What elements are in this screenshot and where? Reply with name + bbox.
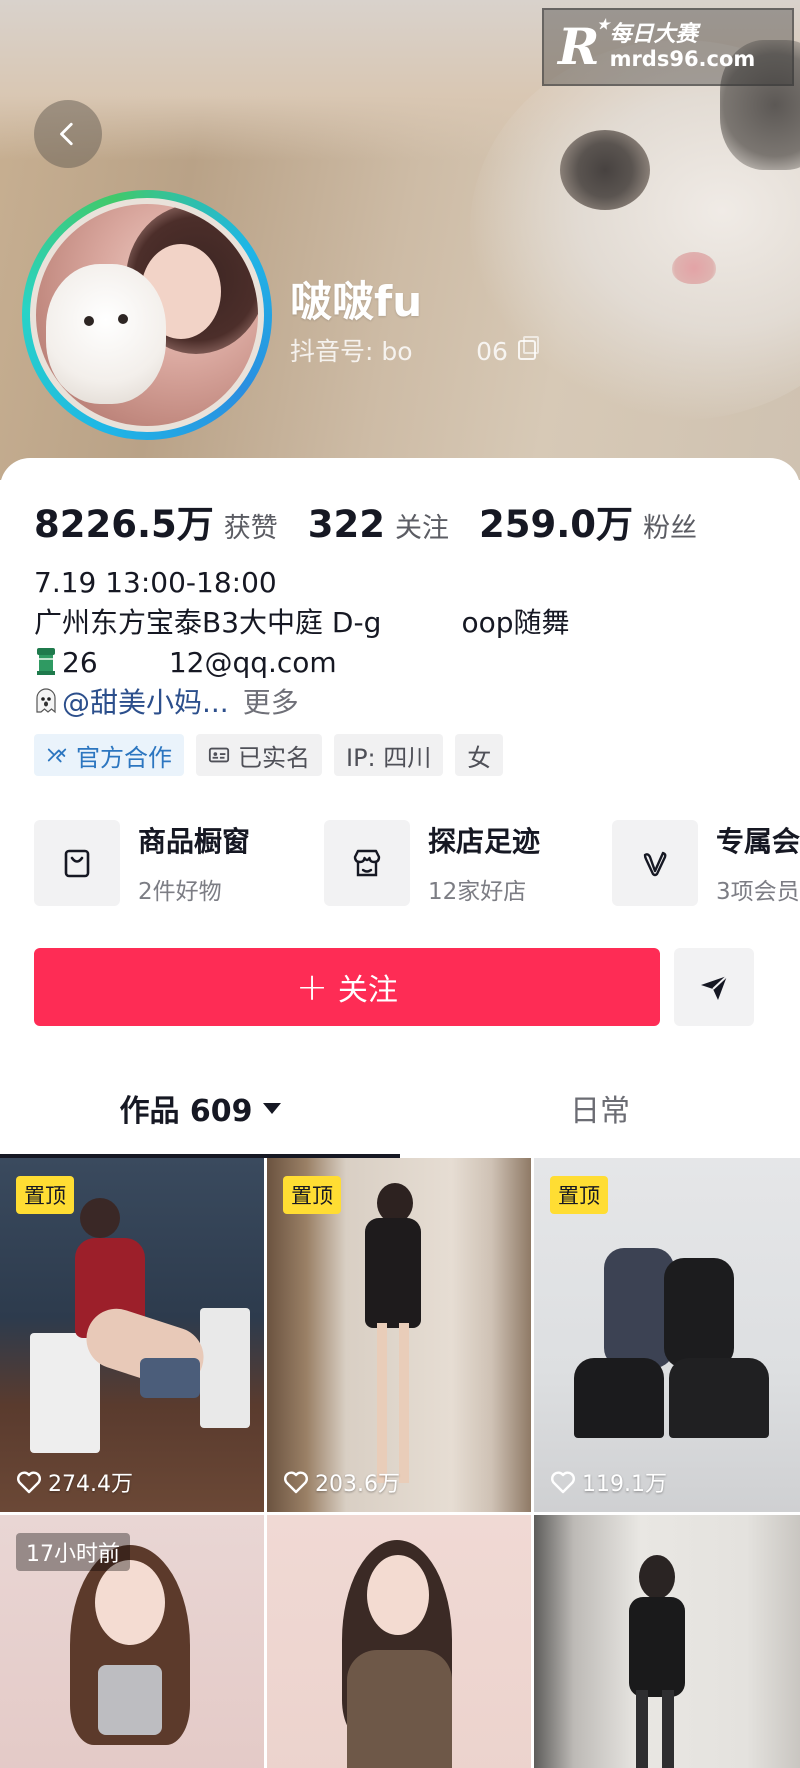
tags-row: 官方合作 已实名 IP: 四川 女	[34, 734, 504, 776]
douyin-id-text: 抖音号: bo 06	[290, 337, 508, 366]
like-count: 119.1万	[550, 1466, 667, 1498]
heart-icon	[284, 1471, 308, 1494]
tab-works[interactable]: 作品 609	[0, 1058, 400, 1158]
stat-label: 关注	[395, 513, 450, 544]
bio-line: 7.19 13:00-18:00	[34, 566, 277, 599]
stats-row: 8226.5万 获赞 322 关注 259.0万 粉丝	[34, 494, 727, 548]
content-tabs: 作品 609 日常	[0, 1058, 800, 1158]
heart-icon	[551, 1471, 575, 1494]
plush-dog-shape	[46, 264, 166, 404]
handshake-icon	[47, 748, 67, 763]
message-button[interactable]	[674, 948, 754, 1026]
more-link[interactable]: 更多	[243, 686, 299, 719]
id-card-icon	[208, 747, 230, 763]
bio-email: 26 12@qq.com	[62, 646, 337, 679]
stat-value: 259.0万	[479, 503, 634, 546]
profile-header-background: R ★ 每日大赛 mrds96.com 啵啵fu 抖音号: bo 06	[0, 0, 800, 480]
back-button[interactable]	[34, 100, 102, 168]
pinned-badge: 置顶	[283, 1176, 341, 1214]
douyin-id[interactable]: 抖音号: bo 06	[290, 332, 539, 368]
service-membership[interactable]: 专属会员 3项会员	[612, 820, 800, 906]
like-count-value: 203.6万	[315, 1472, 400, 1497]
time-badge: 17小时前	[16, 1533, 130, 1571]
service-store-visits[interactable]: 探店足迹 12家好店	[324, 820, 540, 906]
stat-following[interactable]: 322 关注	[308, 503, 449, 546]
cat-nose-shape	[672, 252, 716, 284]
cat-eye-shape	[560, 130, 650, 210]
watermark-name: 每日大赛	[609, 22, 698, 48]
stat-value: 322	[307, 503, 386, 546]
pinned-badge: 置顶	[550, 1176, 608, 1214]
stat-likes[interactable]: 8226.5万 获赞	[34, 494, 278, 548]
tag-label: 已实名	[238, 743, 310, 772]
star-icon: ★	[597, 17, 610, 33]
video-tile[interactable]	[267, 1515, 531, 1768]
stat-value: 8226.5万	[34, 503, 214, 546]
mailbox-icon	[37, 648, 55, 675]
tab-label: 作品 609	[119, 1094, 253, 1129]
tag-label: 女	[467, 743, 492, 772]
pinned-badge: 置顶	[16, 1176, 74, 1214]
tag-official-cooperation[interactable]: 官方合作	[34, 734, 184, 776]
profile-card: 8226.5万 获赞 322 关注 259.0万 粉丝 7.19 13:00-1…	[0, 458, 800, 1768]
tag-label: 官方合作	[76, 743, 172, 772]
service-subtitle: 2件好物	[138, 879, 222, 905]
store-icon	[353, 849, 381, 877]
bio-email-line: 26 12@qq.com	[34, 643, 570, 683]
nickname: 啵啵fu	[290, 277, 423, 326]
v-icon	[643, 851, 667, 877]
mention-link[interactable]: @甜美小妈...	[62, 686, 229, 719]
caret-down-icon	[262, 1102, 281, 1114]
stat-label: 获赞	[223, 513, 278, 544]
watermark-url: mrds96.com	[609, 46, 756, 71]
watermark: R ★ 每日大赛 mrds96.com	[542, 8, 794, 86]
tab-label: 日常	[570, 1094, 630, 1129]
ghost-icon	[36, 688, 56, 714]
watermark-logo: R ★	[558, 17, 610, 76]
like-count: 274.4万	[16, 1466, 133, 1498]
video-tile[interactable]: 置顶 274.4万	[0, 1158, 264, 1512]
services-row: 商品橱窗 2件好物 探店足迹 12家好店 专属会 3项会员	[34, 820, 800, 910]
tab-daily[interactable]: 日常	[400, 1058, 800, 1158]
bag-icon	[64, 849, 90, 878]
bio-line: 广州东方宝泰B3大中庭 D-g oop随舞	[34, 606, 570, 639]
like-count-value: 119.1万	[582, 1472, 667, 1497]
tag-ip-location: IP: 四川	[334, 734, 444, 776]
tag-verified[interactable]: 已实名	[196, 734, 322, 776]
service-subtitle: 3项会员	[716, 879, 800, 905]
video-tile[interactable]: 置顶 203.6万	[267, 1158, 531, 1512]
chevron-left-icon	[60, 122, 73, 146]
bio-mention-line: @甜美小妈... 更多	[34, 683, 570, 723]
bio: 7.19 13:00-18:00 广州东方宝泰B3大中庭 D-g oop随舞 2…	[34, 563, 570, 723]
plus-icon: +	[296, 965, 328, 1009]
service-title: 专属会员	[716, 825, 800, 858]
copy-icon[interactable]	[517, 336, 539, 360]
service-title: 商品橱窗	[138, 825, 251, 858]
like-count-value: 274.4万	[48, 1472, 133, 1497]
send-icon	[701, 975, 728, 1000]
tag-label: IP: 四川	[346, 743, 432, 772]
avatar-live-ring[interactable]	[22, 190, 272, 440]
like-count: 203.6万	[283, 1466, 400, 1498]
service-subtitle: 12家好店	[428, 879, 527, 905]
video-tile[interactable]: 置顶 119.1万	[534, 1158, 800, 1512]
tag-gender: 女	[455, 734, 504, 776]
follow-button[interactable]: + 关注	[34, 948, 660, 1026]
service-shop-window[interactable]: 商品橱窗 2件好物	[34, 820, 250, 906]
video-tile[interactable]: 17小时前	[0, 1515, 264, 1768]
stat-label: 粉丝	[643, 513, 698, 544]
avatar	[36, 204, 258, 426]
service-title: 探店足迹	[428, 825, 541, 858]
follow-label: 关注	[337, 973, 398, 1008]
stat-followers[interactable]: 259.0万 粉丝	[479, 494, 697, 548]
heart-icon	[17, 1471, 41, 1494]
video-tile[interactable]	[534, 1515, 800, 1768]
